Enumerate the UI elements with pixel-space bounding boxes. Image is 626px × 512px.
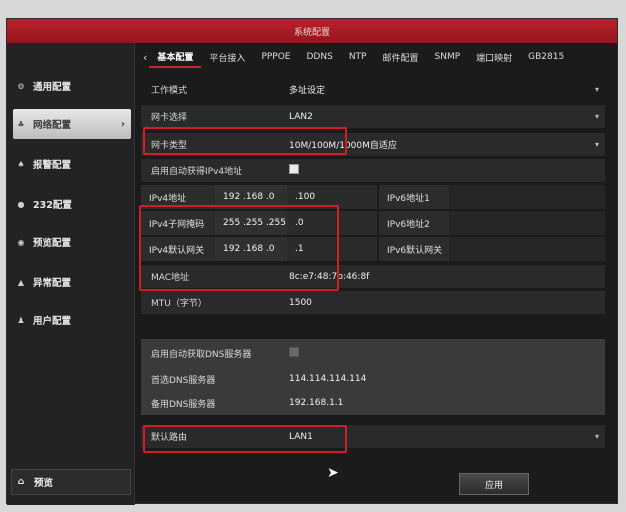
highlight-default-route [143,425,347,453]
sidebar-item-preview-config[interactable]: ◉ 预览配置 [13,227,131,257]
serial-icon: ● [17,199,25,209]
chevron-down-icon: ▾ [594,432,599,441]
highlight-ipv4-block [139,205,339,291]
chevron-down-icon: ▾ [594,84,599,94]
sidebar-item-label: 报警配置 [33,160,72,171]
sidebar-item-label: 通用配置 [33,82,72,93]
tab-platform[interactable]: 平台接入 [201,46,253,68]
preview-button-label: 预览 [34,478,54,489]
ipv6-gateway-field[interactable] [449,237,605,261]
network-icon: ♣ [17,119,25,129]
tab-port-mapping[interactable]: 端口映射 [468,46,520,68]
auto-dns-label: 启用自动获取DNS服务器 [151,349,252,360]
work-mode-row[interactable]: 工作模式 多址设定 ▾ [141,77,605,101]
auto-dns-checkbox[interactable] [289,346,299,357]
auto-ipv4-row: 启用自动获得IPv4地址 [141,159,605,183]
chevron-down-icon: ▾ [594,140,599,149]
chevron-right-icon: › [120,118,125,130]
sidebar-item-label: 用户配置 [33,316,72,327]
sidebar-item-alarm[interactable]: ♠ 报警配置 [13,149,131,179]
eye-icon: ◉ [17,237,25,247]
dns1-field[interactable]: 114.114.114.114 [289,374,366,384]
sidebar: ⚙ 通用配置 ♣ 网络配置 › ♠ 报警配置 ● 232配置 ◉ 预览配置 ▲ … [7,43,135,505]
tab-gb[interactable]: GB2815 [520,46,572,68]
user-icon: ♟ [17,315,25,325]
highlight-nic-select [143,127,347,155]
preview-button[interactable]: ⌂ 预览 [11,469,131,495]
mtu-field[interactable]: 1500 [289,298,312,308]
sidebar-item-label: 预览配置 [33,238,72,249]
sidebar-item-general[interactable]: ⚙ 通用配置 [13,71,131,101]
nic-select-label: 网卡选择 [151,113,188,123]
dns2-label: 备用DNS服务器 [151,399,216,410]
basic-config-panel: 工作模式 多址设定 ▾ 网卡选择 LAN2 ▾ 网卡类型 10M/100M/10… [139,75,613,495]
home-icon: ⌂ [17,477,25,487]
sidebar-item-label: 232配置 [33,200,72,211]
sidebar-item-label: 网络配置 [33,120,72,131]
ipv6-address2-label: IPv6地址2 [379,211,449,235]
auto-ipv4-label: 启用自动获得IPv4地址 [151,167,243,177]
apply-button[interactable]: 应用 [459,473,529,495]
tab-bar: ‹ 基本配置 平台接入 PPPOE DDNS NTP 邮件配置 SNMP 端口映… [135,43,619,71]
dns1-label: 首选DNS服务器 [151,375,216,386]
ipv6-gateway-label: IPv6默认网关 [379,237,449,261]
work-mode-label: 工作模式 [151,85,188,96]
tab-basic[interactable]: 基本配置 [149,46,202,68]
chevron-left-icon[interactable]: ‹ [143,51,147,64]
work-mode-value: 多址设定 [289,85,326,96]
sidebar-item-network[interactable]: ♣ 网络配置 › [13,109,131,139]
tab-email[interactable]: 邮件配置 [374,46,426,68]
tab-ntp[interactable]: NTP [341,46,375,68]
dns2-field[interactable]: 192.168.1.1 [289,398,343,408]
mouse-cursor-icon: ➤ [327,465,339,481]
sidebar-item-user[interactable]: ♟ 用户配置 [13,305,131,335]
nic-select-row[interactable]: 网卡选择 LAN2 ▾ [141,105,605,129]
chevron-down-icon: ▾ [594,112,599,121]
mtu-row[interactable]: MTU（字节） 1500 [141,291,605,315]
nic-select-value: LAN2 [289,111,313,122]
window-title: 系统配置 [7,19,617,43]
mtu-label: MTU（字节） [151,299,207,309]
dns1-row[interactable]: 首选DNS服务器 114.114.114.114 [141,367,605,391]
dns2-row[interactable]: 备用DNS服务器 192.168.1.1 [141,391,605,415]
sidebar-item-exception[interactable]: ▲ 异常配置 [13,267,131,297]
bell-icon: ♠ [17,159,25,169]
ipv6-address1-label: IPv6地址1 [379,185,449,209]
ipv6-address2-field[interactable] [449,211,605,235]
ipv6-address1-field[interactable] [449,185,605,209]
tab-ddns[interactable]: DDNS [299,46,341,68]
auto-ipv4-checkbox[interactable] [289,164,299,174]
config-window: 系统配置 ⚙ 通用配置 ♣ 网络配置 › ♠ 报警配置 ● 232配置 ◉ 预览… [6,18,619,505]
auto-dns-row: 启用自动获取DNS服务器 [141,341,605,365]
gear-icon: ⚙ [17,81,25,91]
sidebar-item-label: 异常配置 [33,278,72,289]
warning-icon: ▲ [17,277,25,287]
sidebar-item-232[interactable]: ● 232配置 [13,189,131,219]
tab-snmp[interactable]: SNMP [427,46,469,68]
tab-pppoe[interactable]: PPPOE [253,46,298,68]
